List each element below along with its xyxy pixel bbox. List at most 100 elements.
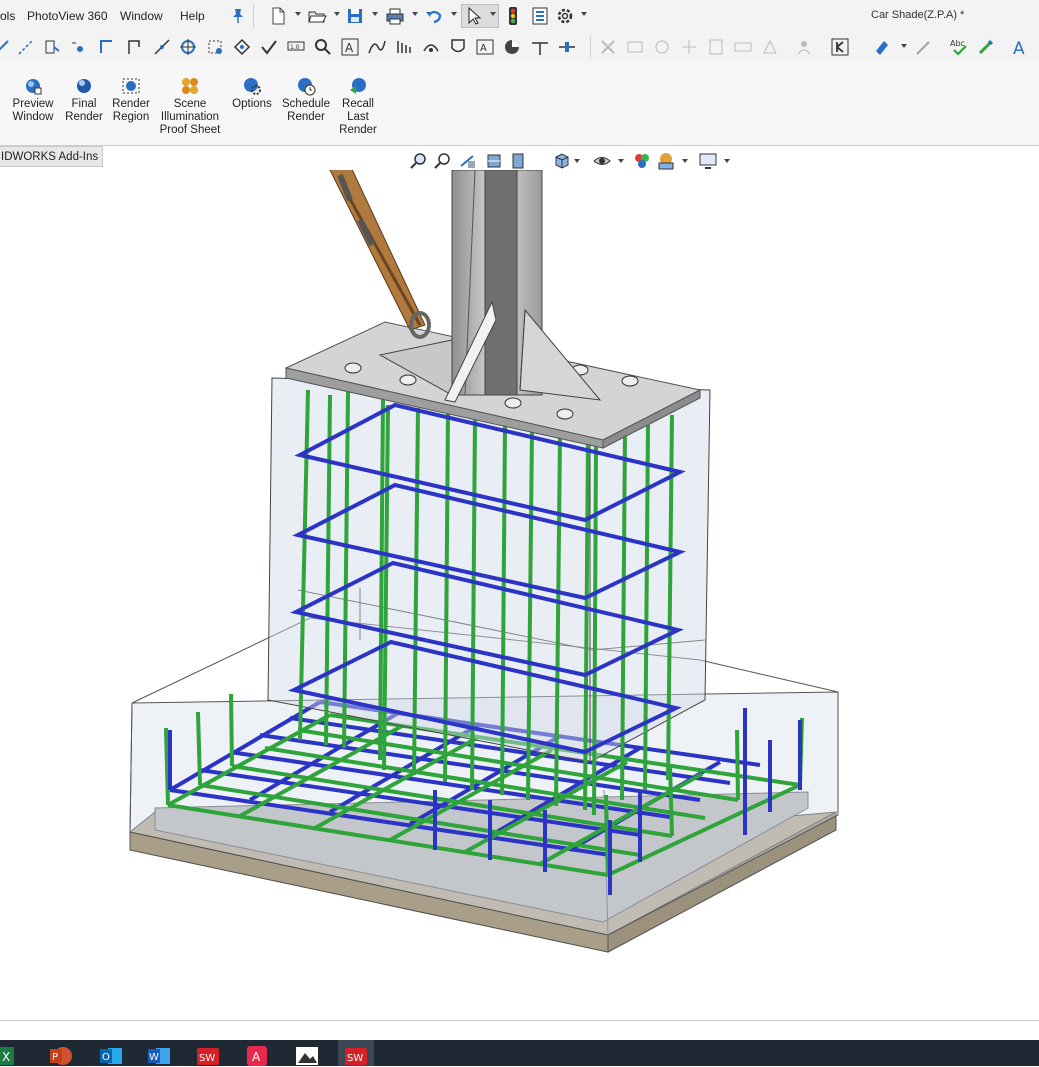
menu-window[interactable]: Window [120,9,163,23]
centerline-icon[interactable] [16,37,36,57]
table-k-icon[interactable] [830,37,850,57]
dimension-box-icon[interactable]: 1.0 [286,37,306,57]
graphics-viewport[interactable] [0,164,1039,1020]
view-settings-icon[interactable] [698,151,718,171]
menu-tools[interactable]: ols [0,9,15,23]
magic-wand-icon[interactable] [914,37,934,57]
check-line-icon[interactable] [259,37,279,57]
svg-text:W: W [149,1052,159,1063]
pin-line-icon[interactable] [530,37,550,57]
format-painter-icon[interactable] [872,37,892,57]
shield-icon[interactable] [448,37,468,57]
heads-up-view-toolbar [408,151,738,171]
options-label: Options [232,98,272,110]
text-box-icon[interactable]: A [475,37,495,57]
weld-icon[interactable] [421,37,441,57]
excel-icon[interactable]: X [0,1045,22,1067]
render-region-label: Render Region [112,98,150,123]
font-a-icon[interactable]: A [1010,37,1030,57]
point-icon[interactable] [68,37,88,57]
gear-icon[interactable] [555,6,575,26]
scene-illumination-label: Scene Illumination Proof Sheet [159,98,221,136]
schedule-render-label: Schedule Render [282,98,330,123]
select-cursor-icon[interactable] [464,6,484,26]
svg-text:A: A [252,1050,261,1064]
slider-line-icon[interactable] [557,37,577,57]
powerpoint-icon[interactable]: P [50,1045,72,1067]
disabled-tool-4-icon [682,40,696,54]
open-folder-icon[interactable] [307,6,327,26]
svg-text:1.0: 1.0 [290,44,300,51]
disabled-tool-5-icon [709,39,723,55]
svg-text:SW: SW [347,1053,363,1064]
svg-text:X: X [2,1050,10,1064]
search-tool-icon[interactable] [313,37,333,57]
print-icon[interactable] [385,6,405,26]
dimension-icon[interactable] [0,37,12,57]
svg-text:A: A [345,41,354,55]
photoview-ribbon: Preview Window Final Render Render Regio… [0,62,1039,146]
photos-icon[interactable] [296,1045,318,1067]
pin-icon[interactable] [228,6,248,26]
disabled-tool-3-icon [655,40,669,54]
file-properties-icon[interactable] [530,6,550,26]
final-render-icon [77,79,91,93]
rebuild-traffic-light-icon[interactable] [503,6,523,26]
disabled-tool-2-icon [627,41,643,53]
line-corner-icon[interactable] [96,37,116,57]
schedule-render-button[interactable]: Schedule Render [280,76,332,124]
datum-icon[interactable] [42,37,62,57]
tab-solidworks-addins[interactable]: IDWORKS Add-Ins [0,146,103,167]
hide-show-items-icon[interactable] [632,151,652,171]
note-a-icon[interactable]: A [340,37,360,57]
steel-column [378,169,602,403]
document-title: Car Shade(Z.P.A) * [871,9,965,21]
solidworks-icon[interactable]: SW [197,1045,219,1067]
recall-last-render-button[interactable]: Recall Last Render [336,76,380,137]
recall-last-render-icon [350,78,366,94]
recall-last-render-label: Recall Last Render [339,98,377,136]
preview-window-button[interactable]: Preview Window [10,76,56,124]
footing-model [129,164,839,953]
render-region-button[interactable]: Render Region [110,76,152,124]
brush-icon[interactable] [976,37,996,57]
scene-illumination-button[interactable]: Scene Illumination Proof Sheet [156,76,224,137]
previous-view-icon[interactable] [458,151,478,171]
save-icon[interactable] [345,6,365,26]
perpendicular-icon[interactable] [124,37,144,57]
arrow-line-icon[interactable] [152,37,172,57]
spell-check-icon[interactable]: Abc [949,37,969,57]
dynamic-annotation-icon[interactable] [508,151,528,171]
zoom-to-area-icon[interactable] [432,151,452,171]
appearance-ball-icon[interactable] [502,37,522,57]
svg-text:P: P [52,1052,58,1063]
section-view-icon[interactable] [484,151,504,171]
zoom-to-fit-icon[interactable] [408,151,428,171]
svg-text:Abc: Abc [950,39,965,48]
render-region-icon [122,78,140,94]
menu-bar: ols PhotoView 360 Window Help Car Shade(… [0,0,1039,32]
menu-photoview[interactable]: PhotoView 360 [27,9,108,23]
spline-icon[interactable] [367,37,387,57]
box-select-icon[interactable] [205,37,225,57]
word-icon[interactable]: W [148,1045,170,1067]
new-document-icon[interactable] [268,6,288,26]
undo-icon[interactable] [424,6,444,26]
svg-text:SW: SW [199,1053,215,1064]
disabled-tool-8-icon [797,41,811,55]
scene-illumination-icon [182,78,198,94]
final-render-button[interactable]: Final Render [64,76,104,124]
acrobat-icon[interactable]: A [247,1045,269,1067]
tag-icon[interactable] [232,37,252,57]
display-style-icon[interactable] [592,151,612,171]
solidworks-active-icon[interactable]: SW [345,1045,367,1067]
options-icon [244,78,261,95]
hatch-icon[interactable] [394,37,414,57]
view-orientation-icon[interactable] [552,151,572,171]
outlook-icon[interactable]: O [100,1045,122,1067]
svg-text:O: O [102,1052,110,1063]
options-button[interactable]: Options [228,76,276,111]
edit-appearance-icon[interactable] [656,151,676,171]
menu-help[interactable]: Help [180,9,205,23]
target-icon[interactable] [178,37,198,57]
